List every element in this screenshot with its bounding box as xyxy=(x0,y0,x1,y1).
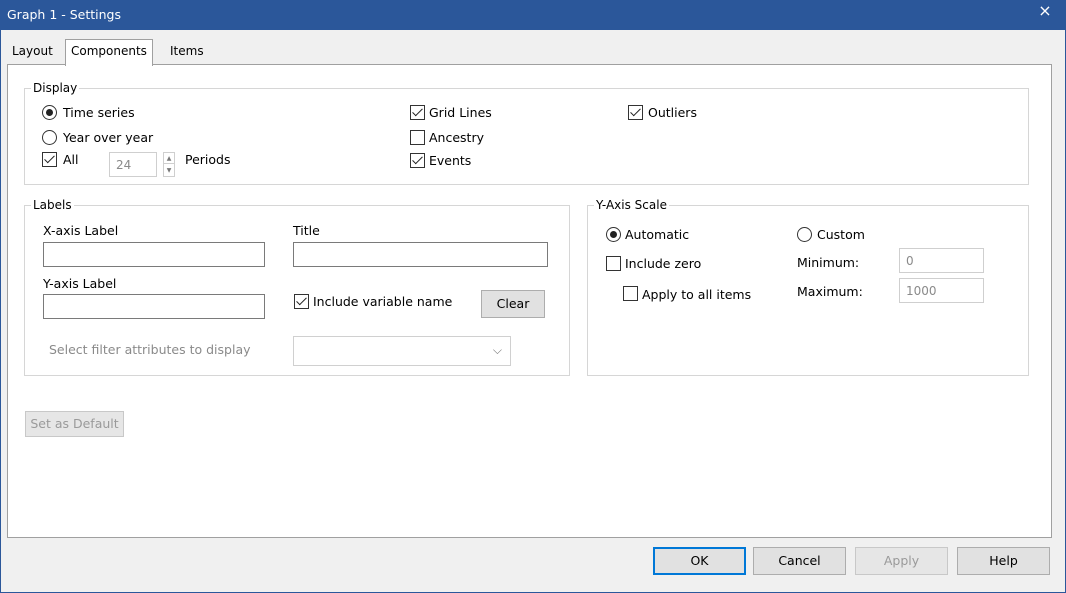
grid-lines-checkbox[interactable] xyxy=(410,105,425,120)
x-axis-label-caption: X-axis Label xyxy=(43,223,119,238)
window-title: Graph 1 - Settings xyxy=(7,7,121,22)
apply-to-all-label: Apply to all items xyxy=(642,287,752,302)
include-zero-checkbox[interactable] xyxy=(606,256,621,271)
spinner-down-icon[interactable]: ▼ xyxy=(164,165,174,176)
events-label: Events xyxy=(429,153,472,168)
time-series-radio[interactable] xyxy=(42,105,57,120)
events-checkbox[interactable] xyxy=(410,153,425,168)
automatic-radio[interactable] xyxy=(606,227,621,242)
display-legend: Display xyxy=(33,81,78,95)
periods-input[interactable] xyxy=(109,152,157,177)
close-icon[interactable]: × xyxy=(1029,0,1061,23)
maximum-label: Maximum: xyxy=(797,284,863,299)
outliers-label: Outliers xyxy=(648,105,697,120)
settings-dialog: Graph 1 - Settings × Layout Components I… xyxy=(0,0,1066,593)
ancestry-checkbox[interactable] xyxy=(410,130,425,145)
set-as-default-button[interactable]: Set as Default xyxy=(25,411,124,437)
include-variable-name-checkbox[interactable] xyxy=(294,294,309,309)
labels-legend: Labels xyxy=(33,198,72,212)
year-over-year-label: Year over year xyxy=(63,130,154,145)
custom-radio[interactable] xyxy=(797,227,812,242)
title-input[interactable] xyxy=(293,242,548,267)
ancestry-label: Ancestry xyxy=(429,130,484,145)
time-series-label: Time series xyxy=(63,105,135,120)
tab-layout[interactable]: Layout xyxy=(7,41,58,65)
periods-label: Periods xyxy=(185,152,231,167)
y-axis-label-caption: Y-axis Label xyxy=(43,276,117,291)
include-zero-label: Include zero xyxy=(625,256,702,271)
ok-button[interactable]: OK xyxy=(653,547,746,575)
x-axis-label-input[interactable] xyxy=(43,242,265,267)
title-bar[interactable]: Graph 1 - Settings × xyxy=(1,1,1065,30)
outliers-checkbox[interactable] xyxy=(628,105,643,120)
include-variable-name-label: Include variable name xyxy=(313,294,453,309)
components-panel: Display Time series Year over year All ▲… xyxy=(7,64,1052,538)
y-axis-label-input[interactable] xyxy=(43,294,265,319)
help-button[interactable]: Help xyxy=(957,547,1050,575)
apply-button[interactable]: Apply xyxy=(855,547,948,575)
year-over-year-radio[interactable] xyxy=(42,130,57,145)
spinner-up-icon[interactable]: ▲ xyxy=(164,153,174,164)
cancel-button[interactable]: Cancel xyxy=(753,547,846,575)
tab-items[interactable]: Items xyxy=(165,41,209,65)
all-checkbox[interactable] xyxy=(42,152,57,167)
apply-to-all-checkbox[interactable] xyxy=(623,286,638,301)
filter-attributes-caption: Select filter attributes to display xyxy=(49,342,251,357)
filter-attributes-select[interactable]: ⌵ xyxy=(293,336,511,366)
maximum-input[interactable] xyxy=(899,278,984,303)
custom-label: Custom xyxy=(817,227,865,242)
all-label: All xyxy=(63,152,79,167)
minimum-label: Minimum: xyxy=(797,255,860,270)
periods-spinner[interactable]: ▲ ▼ xyxy=(163,152,175,177)
chevron-down-icon[interactable]: ⌵ xyxy=(493,343,502,358)
clear-button[interactable]: Clear xyxy=(481,290,545,318)
title-caption: Title xyxy=(293,223,320,238)
minimum-input[interactable] xyxy=(899,248,984,273)
y-axis-scale-legend: Y-Axis Scale xyxy=(596,198,667,212)
grid-lines-label: Grid Lines xyxy=(429,105,492,120)
tab-components[interactable]: Components xyxy=(65,39,153,66)
automatic-label: Automatic xyxy=(625,227,690,242)
